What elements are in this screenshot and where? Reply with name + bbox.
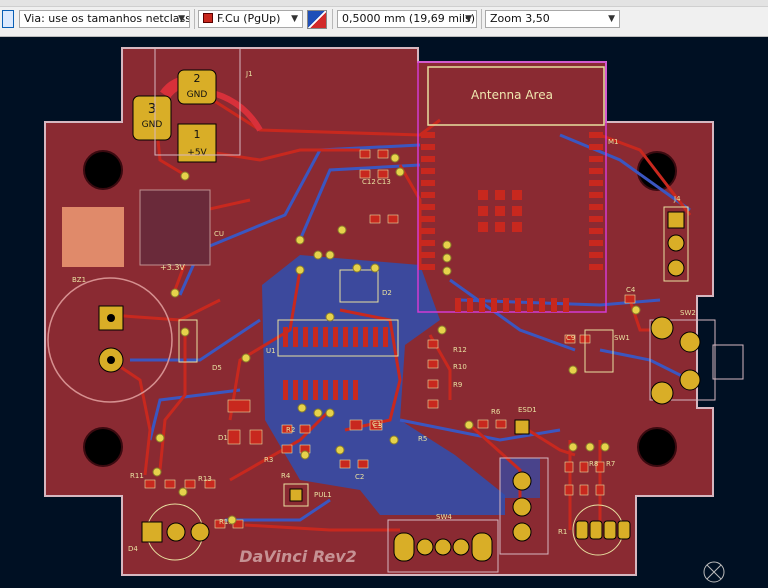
regulator-body	[139, 189, 211, 266]
ref-label: R11	[130, 472, 144, 480]
ref-label: SW4	[436, 513, 452, 521]
active-layer-value: F.Cu (PgUp)	[217, 12, 281, 25]
active-layer-select[interactable]: F.Cu (PgUp) ▼	[198, 10, 303, 28]
ref-label: R4	[281, 472, 291, 480]
ref-label: BZ1	[72, 276, 86, 284]
pcb-board-view[interactable]: Antenna Area 2 GND 3 GND 1 +5V J1 +3.3V …	[0, 37, 768, 584]
dropdown-chevron-icon: ▼	[291, 14, 298, 24]
ref-label: R3	[264, 456, 273, 464]
antenna-area-label: Antenna Area	[471, 88, 553, 102]
toolbar: Via: use os tamanhos netclass ▼ F.Cu (Pg…	[0, 0, 768, 37]
ref-label: CU	[214, 230, 224, 238]
switch-sw2-actuator	[712, 344, 744, 380]
ref-label: J4	[673, 195, 681, 203]
ref-label: +3.3V	[160, 263, 185, 272]
ref-label: R10	[453, 363, 467, 371]
ref-label: R6	[491, 408, 501, 416]
ref-label: R2	[286, 426, 295, 434]
via-size-value: Via: use os tamanhos netclass	[24, 12, 190, 25]
pad-d3-2	[166, 522, 186, 542]
ref-label: PUL1	[314, 491, 332, 499]
ref-label: C12	[362, 178, 376, 186]
toolbar-separator	[332, 9, 333, 29]
board-title-silk: DaVinci Rev2	[239, 547, 357, 566]
pad-j4-3	[667, 259, 685, 277]
pad-esd1	[514, 419, 530, 435]
ref-label: R12	[453, 346, 467, 354]
pad-pul1	[289, 488, 303, 502]
track-width-select[interactable]: 0,5000 mm (19,69 mils) ▼	[337, 10, 477, 28]
ref-label: SW1	[614, 334, 630, 342]
toolbar-separator	[481, 9, 482, 29]
layer-pair-icon[interactable]	[307, 10, 327, 29]
pad-d3-3	[190, 522, 210, 542]
ref-label: R1	[558, 528, 567, 536]
pad-j4-2	[667, 234, 685, 252]
ref-label: C13	[377, 178, 391, 186]
ref-label: R8	[589, 460, 598, 468]
connector-pads	[512, 471, 532, 542]
ref-label: M1	[608, 138, 619, 146]
ref-label: D1	[218, 434, 228, 442]
dropdown-chevron-icon: ▼	[178, 14, 185, 24]
zoom-value: Zoom 3,50	[490, 12, 550, 25]
ref-label: C9	[566, 334, 575, 342]
dropdown-chevron-icon: ▼	[465, 14, 472, 24]
ref-label: SW2	[680, 309, 696, 317]
ref-label: D5	[212, 364, 222, 372]
ref-label: D4	[128, 545, 138, 553]
toolbar-separator	[194, 9, 195, 29]
pad-net-label: GND	[142, 120, 163, 130]
pad-number: 1	[194, 128, 201, 141]
ref-label: U1	[266, 347, 276, 355]
via-size-select[interactable]: Via: use os tamanhos netclass ▼	[19, 10, 190, 28]
ref-label: C2	[355, 473, 364, 481]
pad-hole	[107, 314, 115, 322]
pad-number: 2	[194, 72, 201, 85]
pad-net-label: +5V	[187, 148, 207, 158]
pcb-canvas[interactable]: Antenna Area 2 GND 3 GND 1 +5V J1 +3.3V …	[0, 37, 768, 584]
zoom-select[interactable]: Zoom 3,50 ▼	[485, 10, 620, 28]
toolbar-top-strip	[0, 0, 768, 7]
ref-label: D2	[382, 289, 392, 297]
ref-label: R13	[198, 475, 212, 483]
ref-label: C4	[626, 286, 636, 294]
select-icon[interactable]	[2, 10, 14, 28]
track-width-value: 0,5000 mm (19,69 mils)	[342, 12, 476, 25]
ref-label: R5	[418, 435, 427, 443]
pad-net-label: GND	[187, 90, 208, 100]
regulator-pad	[62, 207, 124, 267]
pad-d3-1	[141, 521, 163, 543]
pad-hole	[107, 356, 115, 364]
ref-label: R9	[453, 381, 462, 389]
pad-j4-1	[667, 211, 685, 229]
ref-label: R7	[606, 460, 615, 468]
layer-color-swatch	[203, 13, 213, 23]
dropdown-chevron-icon: ▼	[608, 14, 615, 24]
cursor-marker-icon	[706, 564, 722, 580]
ref-label: J1	[245, 70, 253, 78]
ref-label: ESD1	[518, 406, 537, 414]
ref-label: C3	[373, 422, 382, 430]
